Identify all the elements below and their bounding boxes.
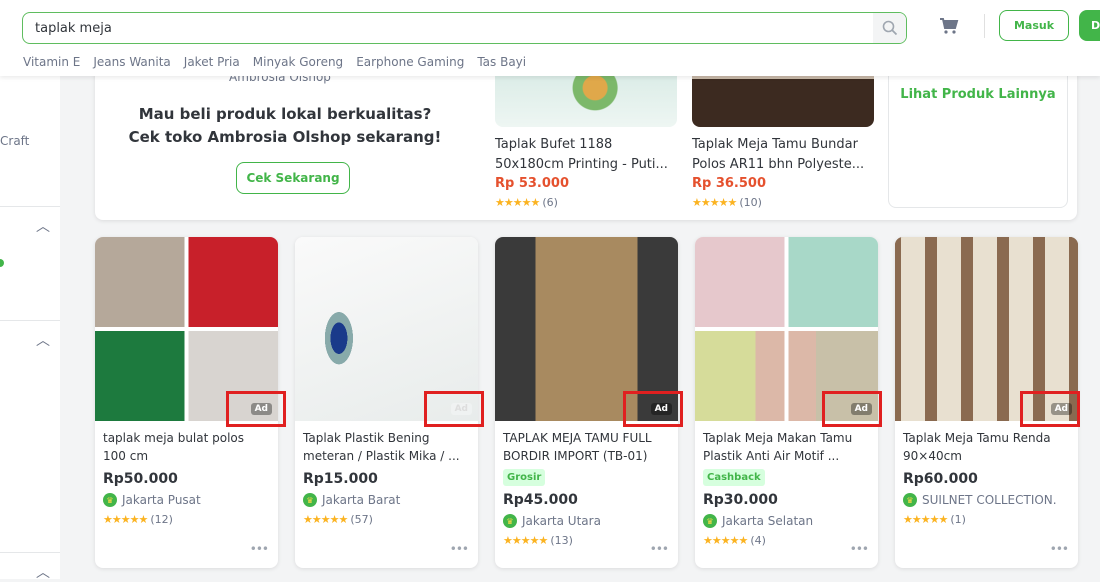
divider (0, 206, 60, 207)
suggestion-link[interactable]: Vitamin E (23, 55, 80, 69)
see-more-products-link[interactable]: Lihat Produk Lainnya (888, 60, 1068, 208)
visit-shop-button[interactable]: Cek Sekarang (236, 162, 350, 194)
search-suggestions: Vitamin E Jeans Wanita Jaket Pria Minyak… (23, 55, 526, 69)
search-button[interactable] (873, 13, 906, 43)
official-store-icon: ♛ (103, 493, 117, 507)
official-store-icon: ♛ (703, 514, 717, 528)
product-title: taplak meja bulat polos 100 cm (103, 431, 245, 463)
product-price: Rp60.000 (903, 471, 978, 487)
product-title: Taplak Meja Tamu Renda 90×40cm (903, 431, 1051, 463)
search-icon (882, 20, 897, 36)
more-options-icon[interactable]: ••• (1050, 542, 1069, 556)
toggle-indicator[interactable] (0, 259, 4, 267)
search-input[interactable] (23, 20, 873, 36)
more-options-icon[interactable]: ••• (850, 542, 869, 556)
register-button[interactable]: D (1079, 10, 1100, 41)
ad-highlight-box (623, 391, 683, 427)
product-price: Rp 36.500 (692, 176, 767, 191)
more-options-icon[interactable]: ••• (450, 542, 469, 556)
divider (0, 552, 60, 553)
ad-highlight-box (226, 391, 286, 427)
product-title: Taplak Meja Makan Tamu Plastik Anti Air … (703, 431, 853, 463)
rating-count: (13) (550, 534, 573, 547)
ad-highlight-box (424, 391, 484, 427)
cashback-badge: Cashback (703, 469, 765, 486)
rating-count: (1) (950, 513, 966, 526)
divider (984, 14, 985, 38)
search-bar[interactable] (22, 12, 907, 44)
ad-highlight-box (1020, 391, 1080, 427)
login-button[interactable]: Masuk (999, 10, 1069, 41)
shop-location: Jakarta Pusat (122, 493, 201, 507)
suggestion-link[interactable]: Jaket Pria (184, 55, 240, 69)
product-title: Taplak Meja Tamu Bundar Polos AR11 bhn P… (692, 137, 865, 172)
suggestion-link[interactable]: Earphone Gaming (356, 55, 464, 69)
product-title: Taplak Bufet 1188 50x180cm Printing - Pu… (495, 137, 668, 172)
promo-headline: Mau beli produk lokal berkualitas? Cek t… (128, 105, 442, 146)
rating-stars: ★★★★★ (57) (303, 513, 373, 526)
rating-count: (12) (150, 513, 173, 526)
chevron-up-icon[interactable]: ︿ (36, 562, 50, 581)
suggestion-link[interactable]: Tas Bayi (477, 55, 526, 69)
product-title: TAPLAK MEJA TAMU FULL BORDIR IMPORT (TB-… (503, 431, 652, 463)
product-price: Rp 53.000 (495, 176, 570, 191)
official-store-icon: ♛ (303, 493, 317, 507)
suggestion-link[interactable]: Minyak Goreng (253, 55, 343, 69)
official-store-icon: ♛ (503, 514, 517, 528)
suggestion-link[interactable]: Jeans Wanita (93, 55, 170, 69)
shop-location: Jakarta Utara (522, 514, 601, 528)
shop-name: SUILNET COLLECTION. (922, 493, 1057, 507)
rating-stars: ★★★★★ (495, 196, 540, 209)
product-price: Rp45.000 (503, 492, 578, 508)
filter-option-craft[interactable]: Craft (0, 134, 29, 148)
rating-count: (6) (542, 196, 558, 209)
rating-stars: ★★★★★ (12) (103, 513, 173, 526)
header: Vitamin E Jeans Wanita Jaket Pria Minyak… (0, 0, 1100, 76)
product-price: Rp50.000 (103, 471, 178, 487)
filter-sidebar: Craft ︿ ︿ ︿ (0, 76, 60, 581)
rating-count: (10) (739, 196, 762, 209)
rating-stars: ★★★★★ (13) (503, 534, 573, 547)
chevron-up-icon[interactable]: ︿ (36, 216, 50, 235)
wholesale-badge: Grosir (503, 469, 546, 486)
ad-highlight-box (822, 391, 882, 427)
rating-count: (57) (350, 513, 373, 526)
rating-stars: ★★★★★ (4) (703, 534, 766, 547)
product-title: Taplak Plastik Bening meteran / Plastik … (303, 431, 460, 463)
shop-location: Jakarta Barat (322, 493, 401, 507)
cart-icon[interactable] (939, 16, 959, 36)
product-price: Rp30.000 (703, 492, 778, 508)
shop-location: Jakarta Selatan (722, 514, 814, 528)
rating-stars: ★★★★★ (1) (903, 513, 966, 526)
more-options-icon[interactable]: ••• (650, 542, 669, 556)
rating-count: (4) (750, 534, 766, 547)
rating-stars: ★★★★★ (692, 196, 737, 209)
chevron-up-icon[interactable]: ︿ (36, 330, 50, 349)
more-options-icon[interactable]: ••• (250, 542, 269, 556)
official-store-icon: ♛ (903, 493, 917, 507)
product-price: Rp15.000 (303, 471, 378, 487)
divider (0, 320, 60, 321)
